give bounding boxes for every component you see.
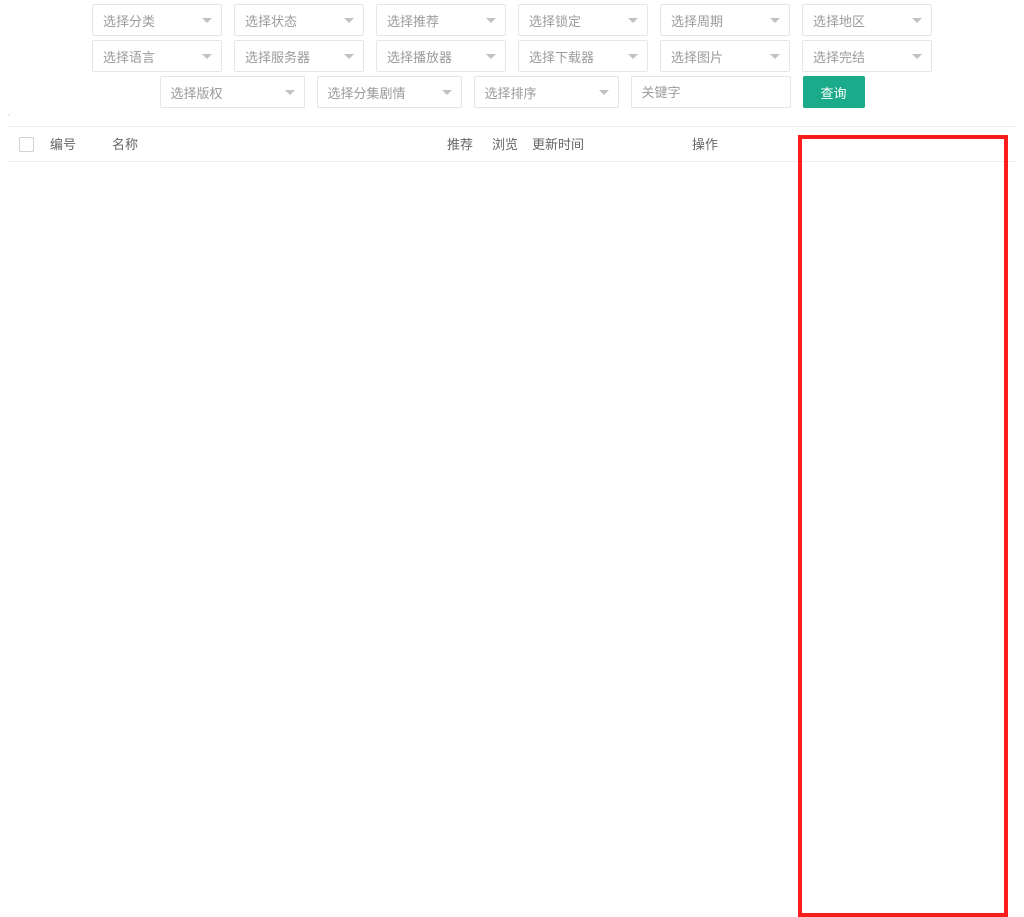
select-language-label: 选择语言 (103, 47, 155, 66)
select-category-label: 选择分类 (103, 11, 155, 30)
chevron-down-icon (599, 90, 609, 95)
filter-row-2: 选择语言 选择服务器 选择播放器 选择下载器 选择图片 选择完结 (0, 40, 1024, 72)
header-name[interactable]: 名称 (106, 127, 436, 161)
chevron-down-icon (202, 18, 212, 23)
header-select-all[interactable] (8, 127, 44, 161)
select-recommend[interactable]: 选择推荐 (376, 4, 506, 36)
filter-area: 选择分类选择状态选择推荐选择锁定选择周期选择地区 选择语言选择服务器选择播放器选… (0, 0, 1024, 108)
select-region-label: 选择地区 (813, 11, 865, 30)
keyword-input[interactable] (631, 76, 791, 108)
select-episode-plot-label: 选择分集剧情 (328, 83, 406, 102)
video-table: 编号 名称 推荐 浏览 更新时间 操作 (8, 127, 1016, 162)
chevron-down-icon (486, 54, 496, 59)
select-lock[interactable]: 选择锁定 (518, 4, 648, 36)
select-episode-plot[interactable]: 选择分集剧情 (317, 76, 462, 108)
table-header-row: 编号 名称 推荐 浏览 更新时间 操作 (8, 127, 1016, 161)
select-downloader[interactable]: 选择下载器 (518, 40, 648, 72)
select-copyright-label: 选择版权 (171, 83, 223, 102)
header-updated[interactable]: 更新时间 (526, 127, 686, 161)
select-cycle[interactable]: 选择周期 (660, 4, 790, 36)
select-finished-label: 选择完结 (813, 47, 865, 66)
header-id[interactable]: 编号 (44, 127, 106, 161)
select-server-label: 选择服务器 (245, 47, 310, 66)
select-sort-label: 选择排序 (485, 83, 537, 102)
select-category[interactable]: 选择分类 (92, 4, 222, 36)
select-sort[interactable]: 选择排序 (474, 76, 619, 108)
select-recommend-label: 选择推荐 (387, 11, 439, 30)
select-language[interactable]: 选择语言 (92, 40, 222, 72)
chevron-down-icon (344, 18, 354, 23)
chevron-down-icon (486, 18, 496, 23)
select-player[interactable]: 选择播放器 (376, 40, 506, 72)
select-lock-label: 选择锁定 (529, 11, 581, 30)
chevron-down-icon (202, 54, 212, 59)
header-recommend[interactable]: 推荐 (436, 127, 484, 161)
query-button[interactable]: 查询 (803, 76, 865, 108)
header-ops: 操作 (686, 127, 1016, 161)
chevron-down-icon (442, 90, 452, 95)
select-region[interactable]: 选择地区 (802, 4, 932, 36)
chevron-down-icon (770, 54, 780, 59)
chevron-down-icon (628, 54, 638, 59)
video-table-wrapper: 编号 名称 推荐 浏览 更新时间 操作 (8, 126, 1016, 162)
filter-row-1: 选择分类 选择状态 选择推荐 选择锁定 选择周期 选择地区 (0, 4, 1024, 36)
select-finished[interactable]: 选择完结 (802, 40, 932, 72)
chevron-down-icon (912, 18, 922, 23)
select-status-label: 选择状态 (245, 11, 297, 30)
action-toolbar (8, 114, 10, 116)
chevron-down-icon (770, 18, 780, 23)
chevron-down-icon (285, 90, 295, 95)
select-downloader-label: 选择下载器 (529, 47, 594, 66)
select-server[interactable]: 选择服务器 (234, 40, 364, 72)
select-status[interactable]: 选择状态 (234, 4, 364, 36)
select-image-label: 选择图片 (671, 47, 723, 66)
select-copyright[interactable]: 选择版权 (160, 76, 305, 108)
chevron-down-icon (912, 54, 922, 59)
select-all-checkbox[interactable] (19, 137, 34, 152)
select-cycle-label: 选择周期 (671, 11, 723, 30)
chevron-down-icon (344, 54, 354, 59)
select-player-label: 选择播放器 (387, 47, 452, 66)
chevron-down-icon (628, 18, 638, 23)
header-views[interactable]: 浏览 (484, 127, 526, 161)
annotation-highlight-box (798, 135, 1008, 917)
select-image[interactable]: 选择图片 (660, 40, 790, 72)
filter-row-3: 选择版权 选择分集剧情 选择排序 查询 (0, 76, 1024, 108)
